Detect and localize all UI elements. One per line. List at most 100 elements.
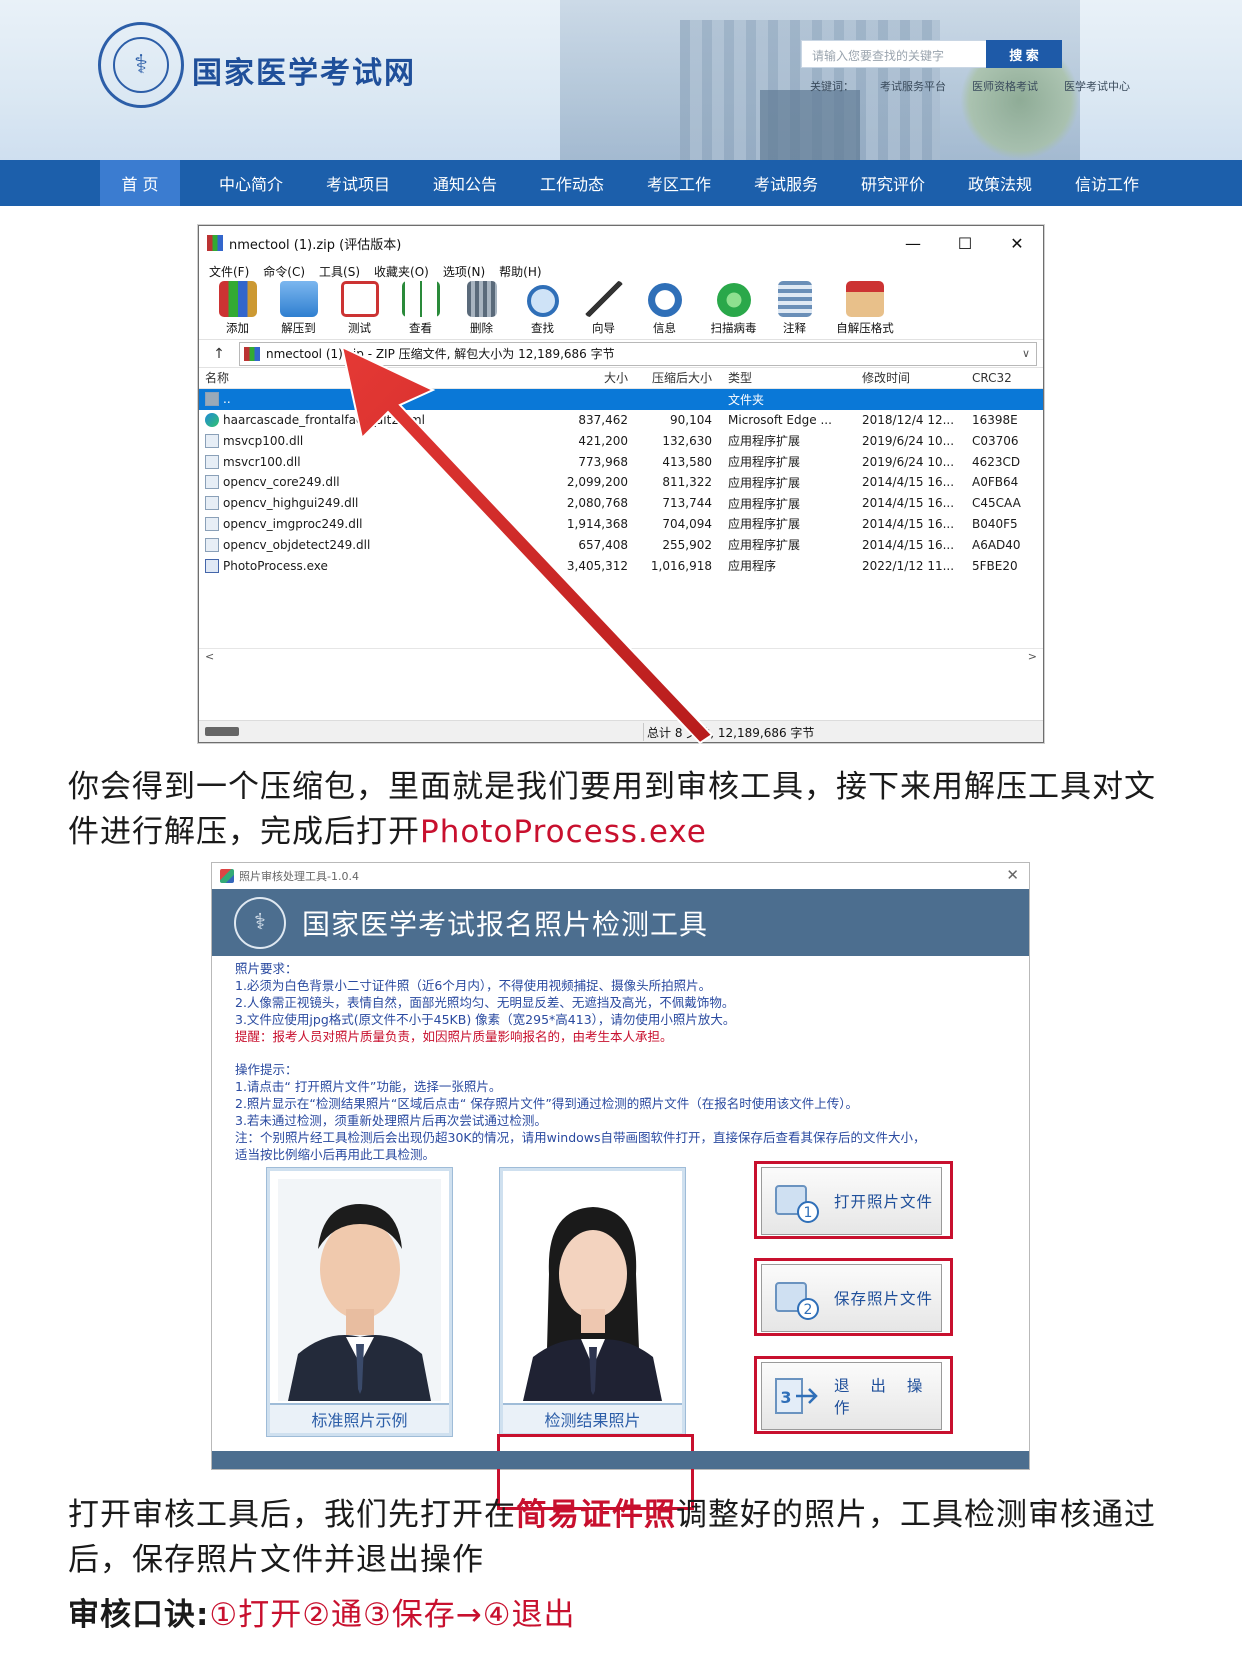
- file-packed-size: 255,902: [662, 537, 712, 552]
- archive-icon: [244, 346, 260, 361]
- winrar-titlebar[interactable]: nmectool (1).zip (评估版本) — ☐ ✕: [199, 226, 1043, 260]
- column-size[interactable]: 大小: [554, 369, 634, 386]
- file-row[interactable]: opencv_imgproc249.dll 1,914,368 704,094 应用程…: [199, 514, 1043, 535]
- column-packed[interactable]: 压缩后大小: [634, 369, 724, 386]
- file-name-text: ..: [223, 392, 231, 407]
- file-row[interactable]: haarcascade_frontalface_alt2.xml 837,462 9…: [199, 410, 1043, 431]
- file-packed-size: 413,580: [662, 454, 712, 469]
- toolbar-sfx-button[interactable]: 自解压格式: [825, 281, 905, 339]
- archive-path-field[interactable]: nmectool (1).zip - ZIP 压缩文件, 解包大小为 12,18…: [239, 341, 1037, 366]
- scroll-right-icon[interactable]: >: [1028, 650, 1037, 663]
- search-input[interactable]: 请输入您要查找的关键字: [801, 40, 987, 68]
- keyword-link[interactable]: 医学考试中心: [1064, 78, 1130, 94]
- file-size: 421,200: [578, 433, 628, 448]
- menu-options[interactable]: 选项(N): [443, 263, 485, 280]
- folder-1-icon: 1: [774, 1178, 820, 1224]
- file-crc: 4623CD: [972, 454, 1021, 469]
- column-name[interactable]: 名称: [199, 369, 554, 386]
- file-row[interactable]: .. 文件夹: [199, 388, 1043, 410]
- file-packed-size: 704,094: [662, 516, 712, 531]
- file-name-text: opencv_objdetect249.dll: [223, 537, 371, 552]
- menu-help[interactable]: 帮助(H): [499, 263, 541, 280]
- file-crc: A0FB64: [972, 475, 1019, 490]
- search-button[interactable]: 搜 索: [986, 40, 1062, 68]
- toolbar-delete-button[interactable]: 删除: [451, 281, 512, 339]
- column-type[interactable]: 类型: [724, 369, 858, 386]
- open-photo-label: 打开照片文件: [834, 1193, 934, 1211]
- menu-commands[interactable]: 命令(C): [263, 263, 305, 280]
- chevron-down-icon[interactable]: ∨: [1022, 347, 1030, 360]
- file-row[interactable]: opencv_core249.dll 2,099,200 811,322 应用程序扩展…: [199, 472, 1043, 493]
- toolbar-virus-scan-button[interactable]: 扫描病毒: [703, 281, 764, 339]
- keyword-link[interactable]: 医师资格考试: [972, 78, 1038, 94]
- file-modified: 2014/4/15 16...: [862, 475, 955, 490]
- file-type: 应用程序扩展: [728, 455, 801, 470]
- books-icon: [218, 281, 257, 317]
- maximize-icon[interactable]: ☐: [939, 226, 991, 260]
- up-arrow-icon[interactable]: ↑: [199, 346, 239, 362]
- save-photo-button[interactable]: 2 保存照片文件: [761, 1264, 942, 1332]
- close-icon[interactable]: ✕: [1006, 866, 1019, 884]
- nav-item-notices[interactable]: 通知公告: [419, 160, 511, 206]
- file-size: 2,099,200: [566, 475, 628, 490]
- requirements-title: 照片要求：: [235, 961, 298, 976]
- file-row[interactable]: opencv_highgui249.dll 2,080,768 713,744 应用程…: [199, 493, 1043, 514]
- nav-item-news[interactable]: 工作动态: [526, 160, 618, 206]
- sample-photo-caption: 标准照片示例: [270, 1403, 449, 1433]
- toolbar-comment-button[interactable]: 注释: [764, 281, 825, 339]
- menu-favorites[interactable]: 收藏夹(O): [374, 263, 429, 280]
- file-row[interactable]: msvcr100.dll 773,968 413,580 应用程序扩展 2019/6/2…: [199, 451, 1043, 472]
- file-crc: 16398E: [972, 412, 1018, 427]
- keyword-link[interactable]: 考试服务平台: [880, 78, 946, 94]
- toolbar-find-button[interactable]: 查找: [512, 281, 573, 339]
- nav-item-regions[interactable]: 考区工作: [633, 160, 725, 206]
- toolbar-wizard-button[interactable]: 向导: [573, 281, 634, 339]
- file-name: ..: [199, 392, 554, 407]
- toolbar-extract-button[interactable]: 解压到: [268, 281, 329, 339]
- nav-item-exams[interactable]: 考试项目: [312, 160, 404, 206]
- nav-item-about[interactable]: 中心简介: [205, 160, 297, 206]
- winrar-toolbar: 添加 解压到 测试 查看 删除 查找 向导 信息 扫描病毒 注释 自解压格式: [199, 281, 1043, 340]
- nav-item-services[interactable]: 考试服务: [740, 160, 832, 206]
- tool-titlebar[interactable]: 照片审核处理工具-1.0.4 ✕: [212, 863, 1029, 889]
- file-name: msvcp100.dll: [199, 433, 554, 448]
- file-packed-size: 811,322: [662, 475, 712, 490]
- edge-file-icon: [205, 412, 219, 427]
- toolbar-add-button[interactable]: 添加: [207, 281, 268, 339]
- operation-line: 3.若未通过检测，须重新处理照片后再次尝试通过检测。: [235, 1113, 547, 1128]
- menu-tools[interactable]: 工具(S): [319, 263, 360, 280]
- close-icon[interactable]: ✕: [991, 226, 1043, 260]
- nav-item-research[interactable]: 研究评价: [847, 160, 939, 206]
- horizontal-scrollbar[interactable]: < >: [199, 648, 1043, 664]
- file-size: 773,968: [578, 454, 628, 469]
- exit-label: 退 出 操 作: [834, 1377, 931, 1417]
- nav-item-home[interactable]: 首 页: [100, 160, 180, 206]
- nav-item-policy[interactable]: 政策法规: [954, 160, 1046, 206]
- open-photo-button[interactable]: 1 打开照片文件: [761, 1167, 942, 1235]
- result-photo-panel: 检测结果照片: [500, 1168, 685, 1436]
- file-modified: 2019/6/24 10...: [862, 433, 955, 448]
- file-size: 2,080,768: [566, 496, 628, 511]
- exit-button[interactable]: 3 退 出 操 作: [761, 1362, 942, 1430]
- site-name[interactable]: 国家医学考试网: [192, 48, 416, 92]
- file-type: 应用程序: [728, 559, 777, 574]
- keywords-bar: 关键词： 考试服务平台 医师资格考试 医学考试中心: [810, 78, 1130, 94]
- dll-file-icon: [205, 433, 219, 448]
- minimize-icon[interactable]: —: [887, 226, 939, 260]
- scroll-left-icon[interactable]: <: [205, 650, 214, 663]
- site-logo-icon[interactable]: ⚕: [98, 22, 184, 108]
- tool-window-title: 照片审核处理工具-1.0.4: [239, 870, 359, 883]
- menu-file[interactable]: 文件(F): [209, 263, 249, 280]
- column-modified[interactable]: 修改时间: [858, 369, 968, 386]
- magnifier-icon: [526, 285, 559, 317]
- file-row[interactable]: opencv_objdetect249.dll 657,408 255,902 应用程…: [199, 534, 1043, 555]
- toolbar-info-button[interactable]: 信息: [634, 281, 695, 339]
- column-crc[interactable]: CRC32: [968, 371, 1028, 385]
- site-header: ⚕ 国家医学考试网 请输入您要查找的关键字 搜 索 关键词： 考试服务平台 医师…: [0, 0, 1242, 160]
- toolbar-test-button[interactable]: 测试: [329, 281, 390, 339]
- file-row[interactable]: msvcp100.dll 421,200 132,630 应用程序扩展 2019/6/2…: [199, 430, 1043, 451]
- nav-item-petition[interactable]: 信访工作: [1061, 160, 1153, 206]
- toolbar-view-button[interactable]: 查看: [390, 281, 451, 339]
- file-row[interactable]: PhotoProcess.exe 3,405,312 1,016,918 应用程序 20…: [199, 555, 1043, 576]
- sample-photo-panel: 标准照片示例: [267, 1168, 452, 1436]
